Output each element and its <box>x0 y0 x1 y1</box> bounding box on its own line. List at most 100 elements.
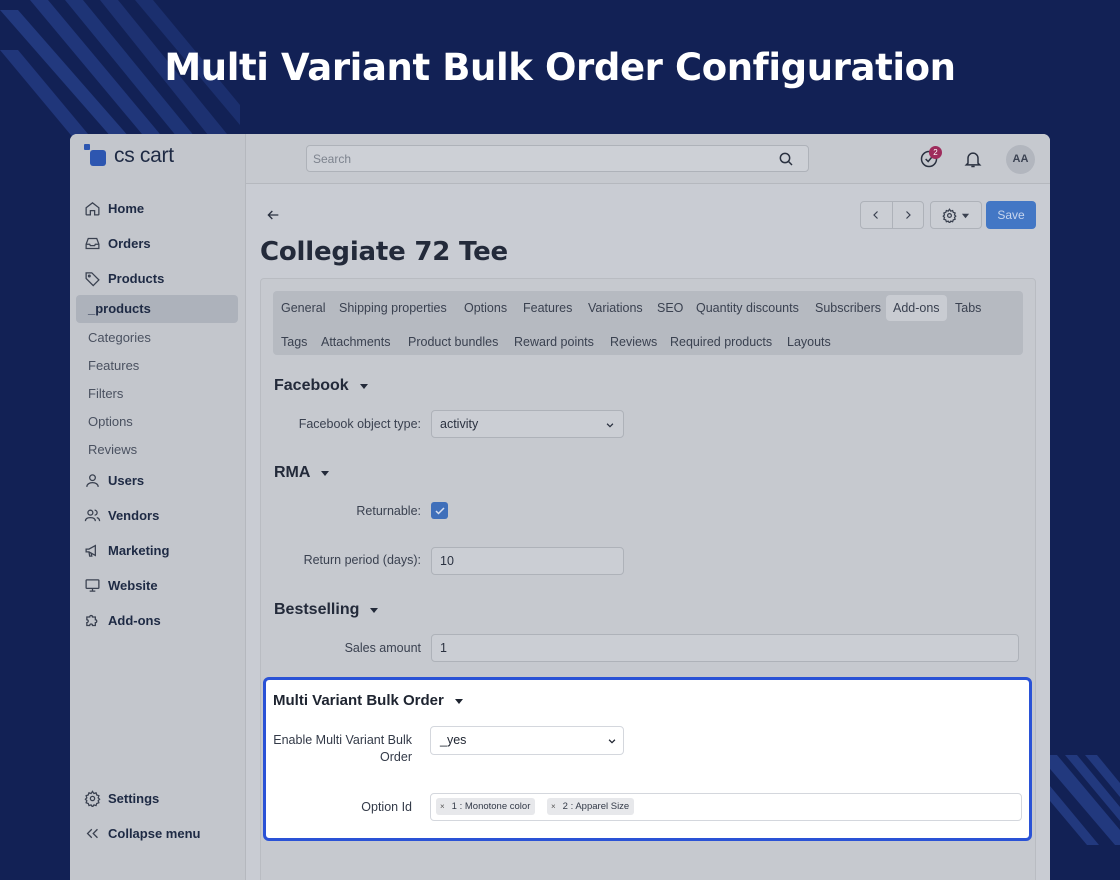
enable-multi-variant-label: Enable Multi Variant Bulk Order <box>273 733 412 764</box>
tab-reviews[interactable]: Reviews <box>603 329 664 355</box>
sidebar-item-label: Settings <box>108 790 160 806</box>
enable-multi-variant-select[interactable]: _yes <box>430 726 624 755</box>
sidebar-item-label: Marketing <box>108 542 170 558</box>
notification-badge: 2 <box>929 146 942 159</box>
tab-attachments[interactable]: Attachments <box>314 329 397 355</box>
chevron-down-icon <box>606 423 614 428</box>
section-title: Multi Variant Bulk Order <box>273 692 444 709</box>
sidebar-item-label: Products <box>108 270 165 286</box>
home-icon <box>85 201 100 216</box>
tag-label: 1 : Monotone color <box>451 801 531 812</box>
next-button[interactable] <box>893 202 924 228</box>
back-arrow-icon[interactable] <box>265 207 281 223</box>
settings-dropdown-button[interactable] <box>930 201 982 229</box>
returnable-checkbox[interactable] <box>431 502 448 519</box>
section-rma-toggle[interactable]: RMA <box>274 464 330 482</box>
sidebar-subitem-categories[interactable]: Categories <box>88 328 151 346</box>
sales-amount-input[interactable]: 1 <box>431 634 1019 662</box>
sidebar-subitem-filters[interactable]: Filters <box>88 384 123 402</box>
facebook-object-type-select[interactable]: activity <box>431 410 624 438</box>
sidebar-item-label: Vendors <box>108 507 160 523</box>
sidebar-item-marketing[interactable]: Marketing <box>84 540 169 560</box>
select-value: _yes <box>440 733 467 747</box>
caret-down-icon <box>321 471 330 476</box>
tab-variations[interactable]: Variations <box>581 295 650 321</box>
tab-product-bundles[interactable]: Product bundles <box>401 329 505 355</box>
sidebar-subitem-products-active[interactable]: _products <box>76 295 238 323</box>
megaphone-icon <box>85 543 96 557</box>
option-tag: × 2 : Apparel Size <box>547 798 635 815</box>
remove-tag-button[interactable]: × <box>440 802 445 811</box>
option-tag: × 1 : Monotone color <box>436 798 536 815</box>
tab-subscribers[interactable]: Subscribers <box>808 295 888 321</box>
chevron-down-icon <box>608 739 616 744</box>
tab-tabs[interactable]: Tabs <box>948 295 988 321</box>
caret-down-icon <box>359 384 368 389</box>
tab-features[interactable]: Features <box>516 295 579 321</box>
page-title: Collegiate 72 Tee <box>260 237 508 267</box>
sidebar-item-label: Users <box>108 472 145 488</box>
avatar[interactable]: AA <box>1006 145 1035 174</box>
save-button[interactable]: Save <box>986 201 1036 229</box>
return-period-input[interactable]: 10 <box>431 547 624 575</box>
tab-reward-points[interactable]: Reward points <box>507 329 601 355</box>
tab-tags[interactable]: Tags <box>274 329 314 355</box>
option-id-label: Option Id <box>361 800 412 814</box>
puzzle-icon <box>86 614 98 626</box>
tab-required-products[interactable]: Required products <box>663 329 779 355</box>
tag-icon <box>85 271 100 286</box>
sidebar-subitem-features[interactable]: Features <box>88 356 139 374</box>
tab-add-ons[interactable]: Add-ons <box>886 295 947 321</box>
option-id-tag-input[interactable]: × 1 : Monotone color × 2 : Apparel Size <box>430 793 1022 821</box>
sidebar-subitem-options[interactable]: Options <box>88 412 133 430</box>
bell-icon[interactable] <box>963 149 983 169</box>
sidebar-item-orders[interactable]: Orders <box>84 233 151 253</box>
sidebar-item-products[interactable]: Products <box>84 268 164 288</box>
caret-down-icon <box>370 608 379 613</box>
logo-mark-icon <box>84 144 108 168</box>
inbox-icon <box>85 237 100 249</box>
sales-amount-label: Sales amount <box>344 641 421 655</box>
facebook-object-type-label: Facebook object type: <box>298 417 421 431</box>
decorative-stripes <box>1045 755 1120 845</box>
search-input[interactable] <box>307 146 767 171</box>
tab-layouts[interactable]: Layouts <box>780 329 838 355</box>
sidebar-item-label: Orders <box>108 235 151 251</box>
sidebar-item-home[interactable]: Home <box>84 198 144 218</box>
remove-tag-button[interactable]: × <box>551 802 556 811</box>
user-icon <box>86 473 99 487</box>
return-period-label: Return period (days): <box>303 553 421 567</box>
sidebar-item-label: Home <box>108 200 145 216</box>
top-bar: 2 AA <box>246 134 1050 184</box>
gear-icon <box>84 789 101 807</box>
sidebar-item-settings[interactable]: Settings <box>84 788 159 808</box>
section-multi-variant-toggle[interactable]: Multi Variant Bulk Order <box>273 692 464 709</box>
previous-button[interactable] <box>861 202 893 228</box>
select-value: activity <box>440 417 479 431</box>
collapse-menu-button[interactable]: Collapse menu <box>84 823 200 843</box>
search-box <box>306 145 809 172</box>
search-icon[interactable] <box>778 151 794 167</box>
tab-seo[interactable]: SEO <box>650 295 690 321</box>
caret-down-icon <box>454 698 463 704</box>
section-bestselling-toggle[interactable]: Bestselling <box>274 601 379 619</box>
sidebar-item-add-ons[interactable]: Add-ons <box>84 610 161 630</box>
tab-general[interactable]: General <box>274 295 332 321</box>
sidebar-item-users[interactable]: Users <box>84 470 144 490</box>
sidebar-subitem-reviews[interactable]: Reviews <box>88 440 137 458</box>
sidebar-item-website[interactable]: Website <box>84 575 158 595</box>
logo-text: cs cart <box>114 144 174 167</box>
tab-quantity-discounts[interactable]: Quantity discounts <box>689 295 806 321</box>
sidebar-item-vendors[interactable]: Vendors <box>84 505 159 525</box>
section-facebook-toggle[interactable]: Facebook <box>274 377 369 395</box>
tabs-bar: General Shipping properties Options Feat… <box>273 291 1023 355</box>
checkmark-icon <box>434 506 445 515</box>
users-icon <box>84 509 101 521</box>
sidebar: cs cart Home Orders Products _products C… <box>70 134 246 880</box>
double-chevron-left-icon <box>86 828 98 838</box>
tab-options[interactable]: Options <box>457 295 514 321</box>
multi-variant-bulk-order-card: Multi Variant Bulk Order Enable Multi Va… <box>263 677 1032 841</box>
gear-icon <box>942 207 957 223</box>
tab-shipping-properties[interactable]: Shipping properties <box>332 295 454 321</box>
logo[interactable]: cs cart <box>84 144 174 168</box>
